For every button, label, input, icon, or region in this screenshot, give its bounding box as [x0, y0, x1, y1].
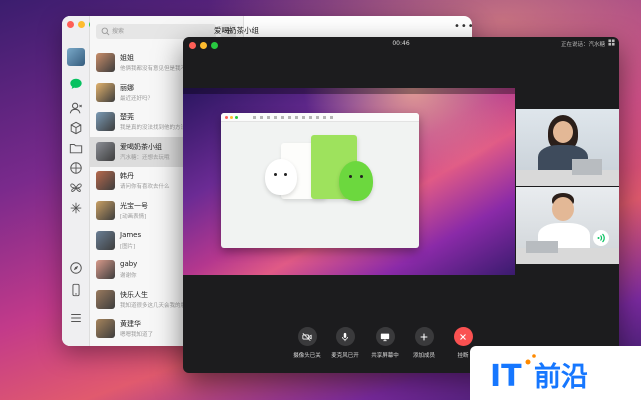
chat-avatar	[96, 82, 115, 102]
chat-name: 光宝一号	[120, 202, 148, 210]
cube-icon	[70, 121, 82, 135]
chat-avatar	[96, 289, 115, 309]
chat-name: 快乐人生	[120, 290, 148, 299]
shared-app-toolbar	[221, 113, 419, 122]
chat-avatar	[96, 53, 115, 72]
shared-app-window	[221, 113, 419, 248]
chat-avatar	[96, 141, 115, 161]
it-frontier-logo: IT 前沿	[490, 354, 588, 394]
sidebar-item-menu[interactable]	[68, 310, 84, 326]
chat-name: 丽娜	[120, 83, 134, 92]
video-call-window: 00:46 正在说话：汽水糖 摄像头已关 麦克风已开 共享屏幕中 添加成员 挂断	[183, 37, 619, 373]
screen-share-icon	[380, 333, 390, 341]
chat-name: James	[120, 230, 142, 239]
more-options-button[interactable]: •••	[454, 21, 472, 32]
sidebar-item-favorites[interactable]	[68, 120, 84, 136]
sidebar-item-discover[interactable]	[68, 260, 84, 276]
chat-name: 姐姐	[120, 54, 134, 62]
sidebar-item-files[interactable]	[68, 140, 84, 156]
sidebar-item-contacts[interactable]	[68, 100, 84, 116]
compass-icon	[70, 262, 82, 274]
chat-name: 韩丹	[120, 172, 134, 181]
add-member-button[interactable]: 添加成员	[404, 327, 444, 359]
chat-avatar	[96, 230, 115, 250]
close-window-button[interactable]	[67, 21, 74, 28]
add-member-icon	[420, 333, 428, 340]
sidebar-item-phone[interactable]	[68, 282, 84, 298]
participant-video-man[interactable]	[516, 187, 619, 264]
chat-bubble-icon	[70, 78, 82, 89]
audio-waves-icon	[597, 233, 605, 243]
camera-toggle-button[interactable]: 摄像头已关	[287, 327, 327, 359]
minimize-window-button[interactable]	[78, 21, 85, 28]
call-timer: 00:46	[392, 40, 410, 47]
chat-name: gaby	[120, 260, 138, 269]
chat-avatar	[96, 319, 115, 339]
folder-icon	[69, 144, 83, 154]
grid-view-icon[interactable]	[608, 39, 615, 46]
participant-video-woman[interactable]	[516, 109, 619, 186]
screen-share-label: 共享屏幕中	[371, 353, 399, 359]
butterfly-icon	[70, 183, 82, 192]
add-member-label: 添加成员	[412, 353, 435, 359]
camera-toggle-label: 摄像头已关	[293, 353, 321, 359]
white-mascot-figure	[265, 159, 297, 195]
phone-icon	[72, 283, 80, 297]
chat-name: 爱喝奶茶小组	[120, 142, 162, 151]
svg-text:前沿: 前沿	[534, 361, 588, 393]
sidebar-item-chats[interactable]	[68, 76, 84, 92]
chat-avatar	[96, 260, 115, 280]
svg-text:IT: IT	[490, 359, 522, 394]
search-icon	[101, 27, 110, 36]
sparkle-icon	[70, 202, 82, 214]
camera-off-icon	[302, 332, 312, 341]
participant-tiles	[516, 109, 619, 264]
my-avatar[interactable]	[67, 48, 85, 66]
shared-menubar	[183, 88, 515, 94]
green-mascot-figure	[339, 161, 373, 201]
hang-up-icon	[460, 333, 466, 340]
speaking-indicator: 正在说话：汽水糖	[560, 42, 605, 48]
chat-name: 楚莞	[120, 113, 134, 122]
hamburger-menu-icon	[71, 313, 81, 323]
watermark-logo: IT 前沿	[470, 346, 641, 400]
sidebar-item-channels[interactable]	[68, 180, 84, 196]
chat-name: 黄建华	[120, 320, 141, 329]
microphone-toggle-label: 麦克风已开	[331, 353, 359, 359]
microphone-toggle-button[interactable]: 麦克风已开	[325, 327, 365, 359]
shared-screen	[183, 88, 515, 275]
screen-share-button[interactable]: 共享屏幕中	[365, 327, 405, 359]
chat-avatar	[96, 171, 115, 191]
chat-title: 爱喝奶茶小组	[214, 26, 259, 35]
sidebar-item-moments[interactable]	[68, 160, 84, 176]
chat-avatar	[96, 201, 115, 220]
sidebar-rail	[62, 16, 96, 346]
sidebar-item-mini-programs[interactable]	[68, 200, 84, 216]
speaking-audio-badge	[593, 230, 609, 246]
microphone-icon	[342, 332, 348, 341]
aperture-icon	[70, 162, 82, 174]
search-placeholder: 搜索	[112, 28, 125, 35]
contacts-icon	[69, 102, 82, 114]
chat-avatar	[96, 112, 115, 132]
